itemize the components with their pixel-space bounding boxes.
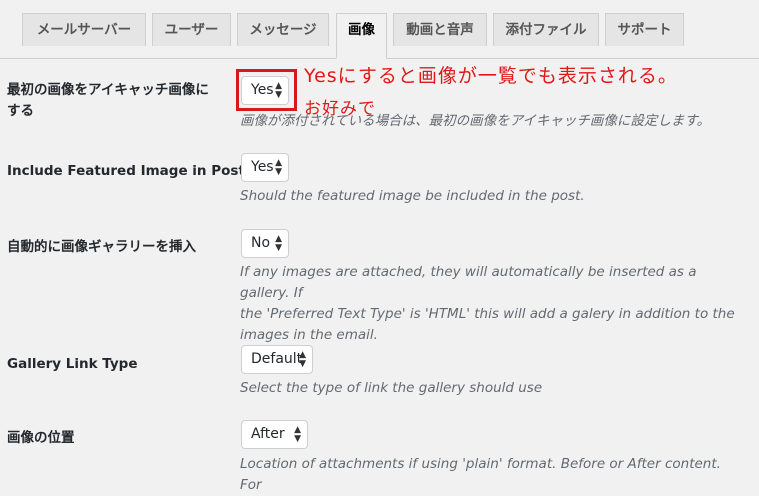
select-value: After xyxy=(251,426,285,442)
tab-messages[interactable]: メッセージ xyxy=(237,13,329,46)
annotation-note-secondary: お好みで xyxy=(304,99,376,119)
tab-mail-server[interactable]: メールサーバー xyxy=(22,13,146,46)
tab-users[interactable]: ユーザー xyxy=(152,13,231,46)
annotation-highlight-box xyxy=(236,69,297,111)
setting-description: Should the featured image be included in… xyxy=(240,188,585,204)
label-line: する xyxy=(7,103,34,119)
updown-arrow-icon: ▲ ▼ xyxy=(299,350,306,369)
setting-label-auto-gallery: 自動的に画像ギャラリーを挿入 xyxy=(7,239,196,255)
tab-images[interactable]: 画像 xyxy=(336,13,387,59)
setting-label-image-position: 画像の位置 xyxy=(7,430,75,446)
setting-label-include-featured: Include Featured Image in Post xyxy=(7,163,245,179)
setting-description: If any images are attached, they will au… xyxy=(240,262,745,346)
include-featured-select[interactable]: Yes ▲ ▼ xyxy=(241,153,289,182)
setting-label-featured-first-image: 最初の画像をアイキャッチ画像に する xyxy=(7,80,209,122)
tab-attachments[interactable]: 添付ファイル xyxy=(493,13,599,46)
image-position-select[interactable]: After ▲ ▼ xyxy=(241,420,308,449)
settings-tab-bar: メールサーバー ユーザー メッセージ 画像 動画と音声 添付ファイル サポート xyxy=(0,0,759,59)
auto-gallery-select[interactable]: No ▲ ▼ xyxy=(241,229,289,258)
description-line: If any images are attached, they will au… xyxy=(240,264,697,301)
updown-arrow-icon: ▲ ▼ xyxy=(275,234,282,253)
select-value: Default xyxy=(251,351,303,367)
updown-arrow-icon: ▲ ▼ xyxy=(275,158,282,177)
gallery-link-type-select[interactable]: Default ▲ ▼ xyxy=(241,345,313,374)
description-line: images in the email. xyxy=(240,327,378,343)
select-value: No xyxy=(251,235,271,251)
description-line: the 'Preferred Text Type' is 'HTML' this… xyxy=(240,306,735,322)
tab-support[interactable]: サポート xyxy=(605,13,684,46)
label-line: 最初の画像をアイキャッチ画像に xyxy=(7,82,209,98)
setting-description: Location of attachments if using 'plain'… xyxy=(240,456,721,493)
setting-label-gallery-link-type: Gallery Link Type xyxy=(7,356,138,372)
setting-description: Select the type of link the gallery shou… xyxy=(240,380,543,396)
updown-arrow-icon: ▲ ▼ xyxy=(294,425,301,444)
tab-video-audio[interactable]: 動画と音声 xyxy=(393,13,487,46)
annotation-note: Yesにすると画像が一覧でも表示される。 xyxy=(304,65,678,87)
select-value: Yes xyxy=(251,159,274,175)
